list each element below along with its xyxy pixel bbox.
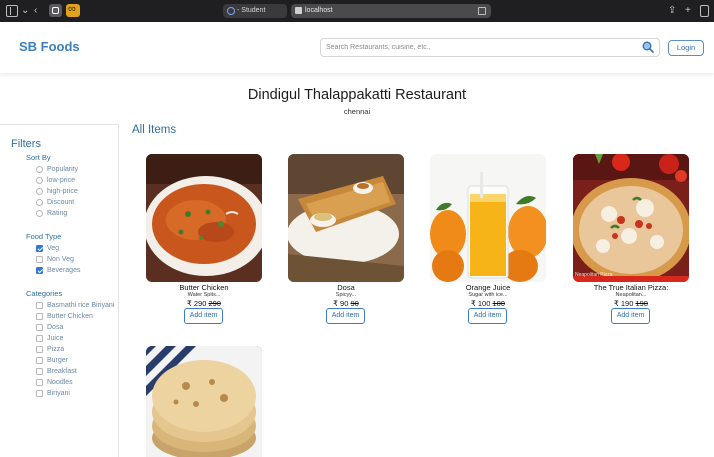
add-item-button[interactable]: Add item — [468, 308, 507, 324]
checkbox[interactable] — [36, 335, 43, 342]
checkbox-checked[interactable] — [36, 267, 43, 274]
reader-icon[interactable] — [478, 7, 486, 15]
tab-overview-icon[interactable] — [700, 5, 709, 17]
radio-button[interactable] — [36, 166, 43, 173]
item-name: Orange Juice — [465, 283, 511, 292]
items-heading: All Items — [132, 124, 177, 136]
checkbox[interactable] — [36, 324, 43, 331]
restaurant-city: chennai — [343, 107, 371, 116]
item-price: ₹ 290 290 — [187, 299, 221, 308]
address-bar[interactable]: localhost — [291, 4, 491, 18]
checkbox[interactable] — [36, 302, 43, 309]
item-price: ₹ 90 90 — [333, 299, 359, 308]
item-price: ₹ 100 100 — [471, 299, 505, 308]
item-old-price: 100 — [492, 299, 505, 308]
radio-button[interactable] — [36, 177, 43, 184]
checkbox[interactable] — [36, 368, 43, 375]
item-name: Dosa — [337, 283, 355, 292]
tab-title: - Student — [237, 7, 266, 14]
checkbox[interactable] — [36, 390, 43, 397]
tab-favicon-icon — [227, 7, 235, 15]
site-header: SB Foods Login — [0, 22, 714, 73]
filters-title: Filters — [11, 138, 41, 150]
item-description: Water Spits... — [187, 292, 221, 298]
item-old-price: 90 — [350, 299, 359, 308]
radio-button[interactable] — [36, 210, 43, 217]
page-icon — [295, 7, 302, 14]
item-name: The True Italian Pizza: — [593, 283, 669, 292]
new-tab-icon[interactable]: + — [685, 5, 691, 17]
item-description: Sugar with ice... — [468, 292, 508, 298]
browser-toolbar: ⌄ ‹ - Student localhost ⇪ + — [0, 0, 714, 22]
item-description: Spicyy... — [335, 292, 357, 298]
categories-title: Categories — [26, 289, 63, 298]
checkbox[interactable] — [36, 346, 43, 353]
item-description: Neapolitan... — [615, 292, 647, 298]
checkbox-checked[interactable] — [36, 245, 43, 252]
photo-caption: Neapolitan Pizza — [575, 272, 613, 278]
radio-button[interactable] — [36, 199, 43, 206]
browser-tab[interactable]: - Student — [223, 4, 287, 18]
filters-panel: Filters Sort By Popularity low-price hig… — [0, 124, 119, 457]
extension-icon[interactable] — [49, 4, 62, 17]
checkbox[interactable] — [36, 357, 43, 364]
sort-by-title: Sort By — [26, 153, 51, 162]
add-item-button[interactable]: Add item — [611, 308, 650, 324]
search-icon[interactable] — [642, 41, 654, 53]
item-photo-chapati[interactable] — [146, 346, 262, 457]
extension-icon-2[interactable] — [66, 3, 80, 17]
checkbox[interactable] — [36, 256, 43, 263]
item-photo-pizza[interactable]: Neapolitan Pizza — [573, 154, 689, 282]
share-icon[interactable]: ⇪ — [668, 5, 676, 17]
item-name: Butter Chicken — [179, 283, 229, 292]
item-photo-butter-chicken[interactable] — [146, 154, 262, 282]
chevron-down-icon[interactable]: ⌄ — [21, 5, 29, 17]
food-type-title: Food Type — [26, 232, 62, 241]
item-photo-orange-juice[interactable] — [430, 154, 546, 282]
add-item-button[interactable]: Add item — [326, 308, 365, 324]
search-bar — [320, 38, 660, 57]
address-text: localhost — [305, 7, 333, 14]
search-input[interactable] — [321, 39, 641, 56]
login-button[interactable]: Login — [668, 40, 704, 56]
restaurant-name: Dindigul Thalappakatti Restaurant — [247, 87, 467, 103]
radio-button[interactable] — [36, 188, 43, 195]
item-old-price: 190 — [635, 299, 648, 308]
back-arrow-icon[interactable]: ‹ — [34, 5, 37, 17]
add-item-button[interactable]: Add item — [184, 308, 223, 324]
item-price: ₹ 190 190 — [614, 299, 648, 308]
checkbox[interactable] — [36, 313, 43, 320]
sidebar-toggle-icon[interactable] — [6, 5, 18, 17]
checkbox[interactable] — [36, 379, 43, 386]
item-photo-dosa[interactable] — [288, 154, 404, 282]
item-old-price: 290 — [208, 299, 221, 308]
brand-logo[interactable]: SB Foods — [19, 39, 80, 54]
